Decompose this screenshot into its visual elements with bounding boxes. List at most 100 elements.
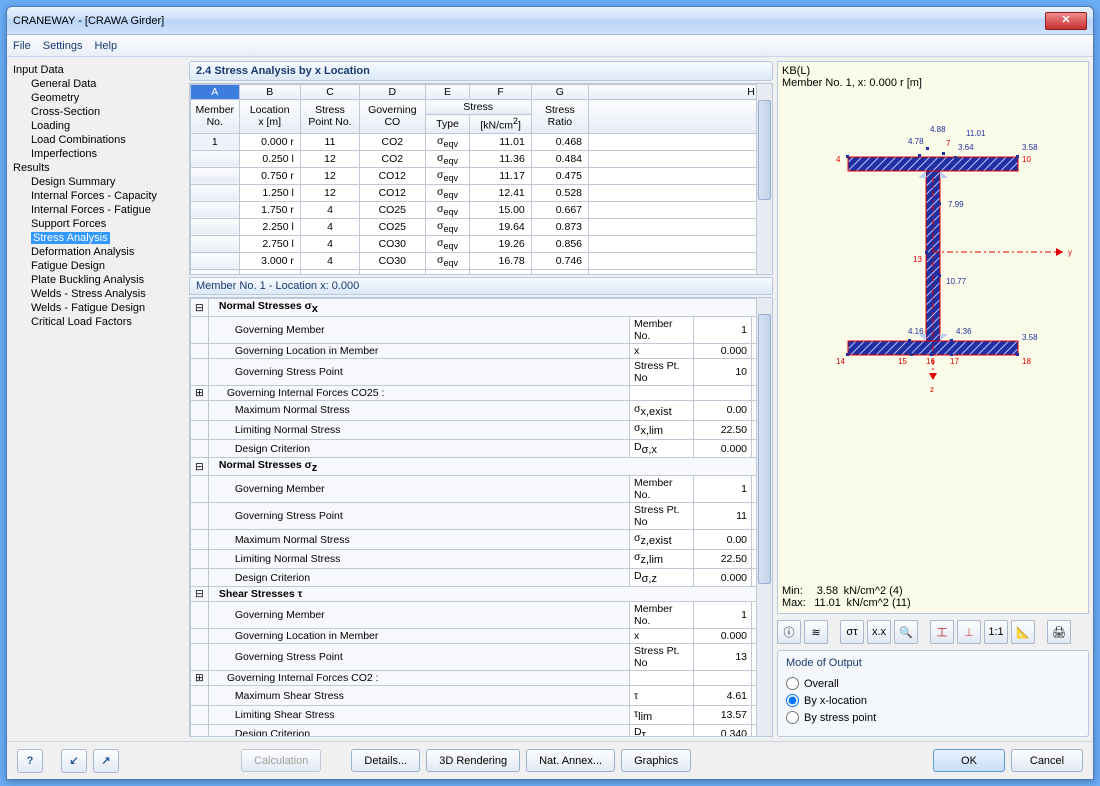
- col-f[interactable]: F: [470, 85, 531, 100]
- radio-by-x[interactable]: By x-location: [786, 692, 1080, 709]
- stress-icon[interactable]: ≋: [804, 620, 828, 644]
- section-ss[interactable]: Shear Stresses τ: [208, 587, 773, 602]
- table-row[interactable]: 0.750 r12CO12σeqv11.170.475: [191, 167, 774, 184]
- import-icon[interactable]: ↙: [61, 749, 87, 773]
- table-row[interactable]: 10.000 r11CO2σeqv11.010.468: [191, 133, 774, 150]
- table-row[interactable]: 3.000 r4CO30σeqv16.780.746: [191, 253, 774, 270]
- nav-tree: Input Data General Data Geometry Cross-S…: [11, 61, 185, 737]
- col-g[interactable]: G: [531, 85, 588, 100]
- hdr-type: Type: [425, 115, 470, 134]
- main-header: 2.4 Stress Analysis by x Location: [189, 61, 773, 81]
- detail-scrollbar[interactable]: [756, 298, 772, 736]
- col-d[interactable]: D: [360, 85, 425, 100]
- nav-group-results[interactable]: Results: [13, 161, 183, 175]
- info-icon[interactable]: ⓘ: [777, 620, 801, 644]
- col-e[interactable]: E: [425, 85, 470, 100]
- menu-help[interactable]: Help: [94, 40, 117, 52]
- nav-general-data[interactable]: General Data: [13, 77, 183, 91]
- nav-stress-analysis[interactable]: Stress Analysis: [13, 231, 183, 245]
- annex-button[interactable]: Nat. Annex...: [526, 749, 615, 772]
- nav-cross-section[interactable]: Cross-Section: [13, 105, 183, 119]
- calculation-button[interactable]: Calculation: [241, 749, 321, 772]
- search-icon[interactable]: 🔍: [894, 620, 918, 644]
- help-icon[interactable]: ?: [17, 749, 43, 773]
- nav-deformation[interactable]: Deformation Analysis: [13, 245, 183, 259]
- nav-load-comb[interactable]: Load Combinations: [13, 133, 183, 147]
- nav-support-forces[interactable]: Support Forces: [13, 217, 183, 231]
- scrollbar-thumb[interactable]: [758, 314, 771, 584]
- ok-button[interactable]: OK: [933, 749, 1005, 772]
- svg-text:17: 17: [950, 357, 959, 366]
- cancel-button[interactable]: Cancel: [1011, 749, 1083, 772]
- table-row[interactable]: 1.750 r4CO25σeqv15.000.667: [191, 201, 774, 218]
- table-row[interactable]: 0.250 l12CO2σeqv11.360.484: [191, 150, 774, 167]
- svg-text:3.64: 3.64: [958, 143, 974, 152]
- nav-geometry[interactable]: Geometry: [13, 91, 183, 105]
- nav-design-summary[interactable]: Design Summary: [13, 175, 183, 189]
- footer: ? ↙ ↗ Calculation Details... 3D Renderin…: [7, 741, 1093, 779]
- svg-text:4.88: 4.88: [930, 125, 946, 134]
- table-row[interactable]: 3.375 r4CO30σeqv13.230.588: [191, 270, 774, 275]
- svg-text:z: z: [930, 385, 934, 394]
- table-row[interactable]: 2.750 l4CO30σeqv19.260.856: [191, 236, 774, 253]
- nav-critical-load[interactable]: Critical Load Factors: [13, 315, 183, 329]
- col-h[interactable]: H: [589, 85, 774, 100]
- menu-file[interactable]: File: [13, 40, 31, 52]
- section-view-icon[interactable]: 工: [930, 620, 954, 644]
- col-a[interactable]: A: [191, 85, 240, 100]
- axes-icon[interactable]: 📐: [1011, 620, 1035, 644]
- svg-text:4: 4: [836, 155, 841, 164]
- table-row[interactable]: 1.250 l12CO12σeqv12.410.528: [191, 184, 774, 201]
- nav-imperfections[interactable]: Imperfections: [13, 147, 183, 161]
- col-c[interactable]: C: [300, 85, 359, 100]
- sigma-tau-icon[interactable]: στ: [840, 620, 864, 644]
- scale-icon[interactable]: 1:1: [984, 620, 1008, 644]
- right-pane: KB(L)Member No. 1, x: 0.000 r [m]: [777, 61, 1089, 737]
- svg-text:18: 18: [1022, 357, 1031, 366]
- grid-scrollbar[interactable]: [756, 84, 772, 274]
- svg-text:y: y: [1068, 248, 1072, 257]
- values-icon[interactable]: x.x: [867, 620, 891, 644]
- title-bar: CRANEWAY - [CRAWA Girder] ✕: [7, 7, 1093, 35]
- hdr-ratio: StressRatio: [531, 100, 588, 134]
- nav-if-capacity[interactable]: Internal Forces - Capacity: [13, 189, 183, 203]
- scrollbar-thumb[interactable]: [758, 100, 771, 200]
- svg-text:3.58: 3.58: [1022, 333, 1038, 342]
- col-b[interactable]: B: [239, 85, 300, 100]
- radio-by-sp[interactable]: By stress point: [786, 709, 1080, 726]
- nav-welds-stress[interactable]: Welds - Stress Analysis: [13, 287, 183, 301]
- svg-text:13: 13: [913, 255, 922, 264]
- svg-text:4.78: 4.78: [908, 137, 924, 146]
- nav-group-input[interactable]: Input Data: [13, 63, 183, 77]
- hdr-member-no: MemberNo.: [191, 100, 240, 134]
- svg-text:15: 15: [898, 357, 907, 366]
- hdr-stress: Stress: [425, 100, 531, 115]
- hdr-location: Locationx [m]: [239, 100, 300, 134]
- radio-overall[interactable]: Overall: [786, 675, 1080, 692]
- table-row[interactable]: 2.250 l4CO25σeqv19.640.873: [191, 218, 774, 235]
- window-title: CRANEWAY - [CRAWA Girder]: [13, 15, 1045, 27]
- graphics-button[interactable]: Graphics: [621, 749, 691, 772]
- menu-settings[interactable]: Settings: [43, 40, 83, 52]
- section-alt-icon[interactable]: ⊥: [957, 620, 981, 644]
- export-icon[interactable]: ↗: [93, 749, 119, 773]
- svg-text:4.36: 4.36: [956, 327, 972, 336]
- details-button[interactable]: Details...: [351, 749, 420, 772]
- print-icon[interactable]: 🖨: [1047, 620, 1071, 644]
- results-grid[interactable]: A B C D E F G H MemberNo. Locationx [m] …: [189, 83, 773, 275]
- detail-table[interactable]: ⊟Normal Stresses σx Governing MemberMemb…: [189, 297, 773, 737]
- nav-plate-buckling[interactable]: Plate Buckling Analysis: [13, 273, 183, 287]
- section-viewer[interactable]: KB(L)Member No. 1, x: 0.000 r [m]: [777, 61, 1089, 614]
- viewer-minmax: Min: 3.58 kN/cm^2 (4) Max: 11.01 kN/cm^2…: [782, 585, 911, 609]
- section-nsz[interactable]: Normal Stresses σz: [208, 458, 773, 476]
- hdr-gov-co: GoverningCO: [360, 100, 425, 134]
- nav-fatigue-design[interactable]: Fatigue Design: [13, 259, 183, 273]
- main-pane: 2.4 Stress Analysis by x Location A B C …: [189, 61, 773, 737]
- nav-loading[interactable]: Loading: [13, 119, 183, 133]
- rendering-button[interactable]: 3D Rendering: [426, 749, 520, 772]
- nav-welds-fatigue[interactable]: Welds - Fatigue Design: [13, 301, 183, 315]
- section-nsx[interactable]: Normal Stresses σx: [208, 299, 773, 317]
- hdr-blank: [589, 100, 774, 134]
- close-button[interactable]: ✕: [1045, 12, 1087, 30]
- nav-if-fatigue[interactable]: Internal Forces - Fatigue: [13, 203, 183, 217]
